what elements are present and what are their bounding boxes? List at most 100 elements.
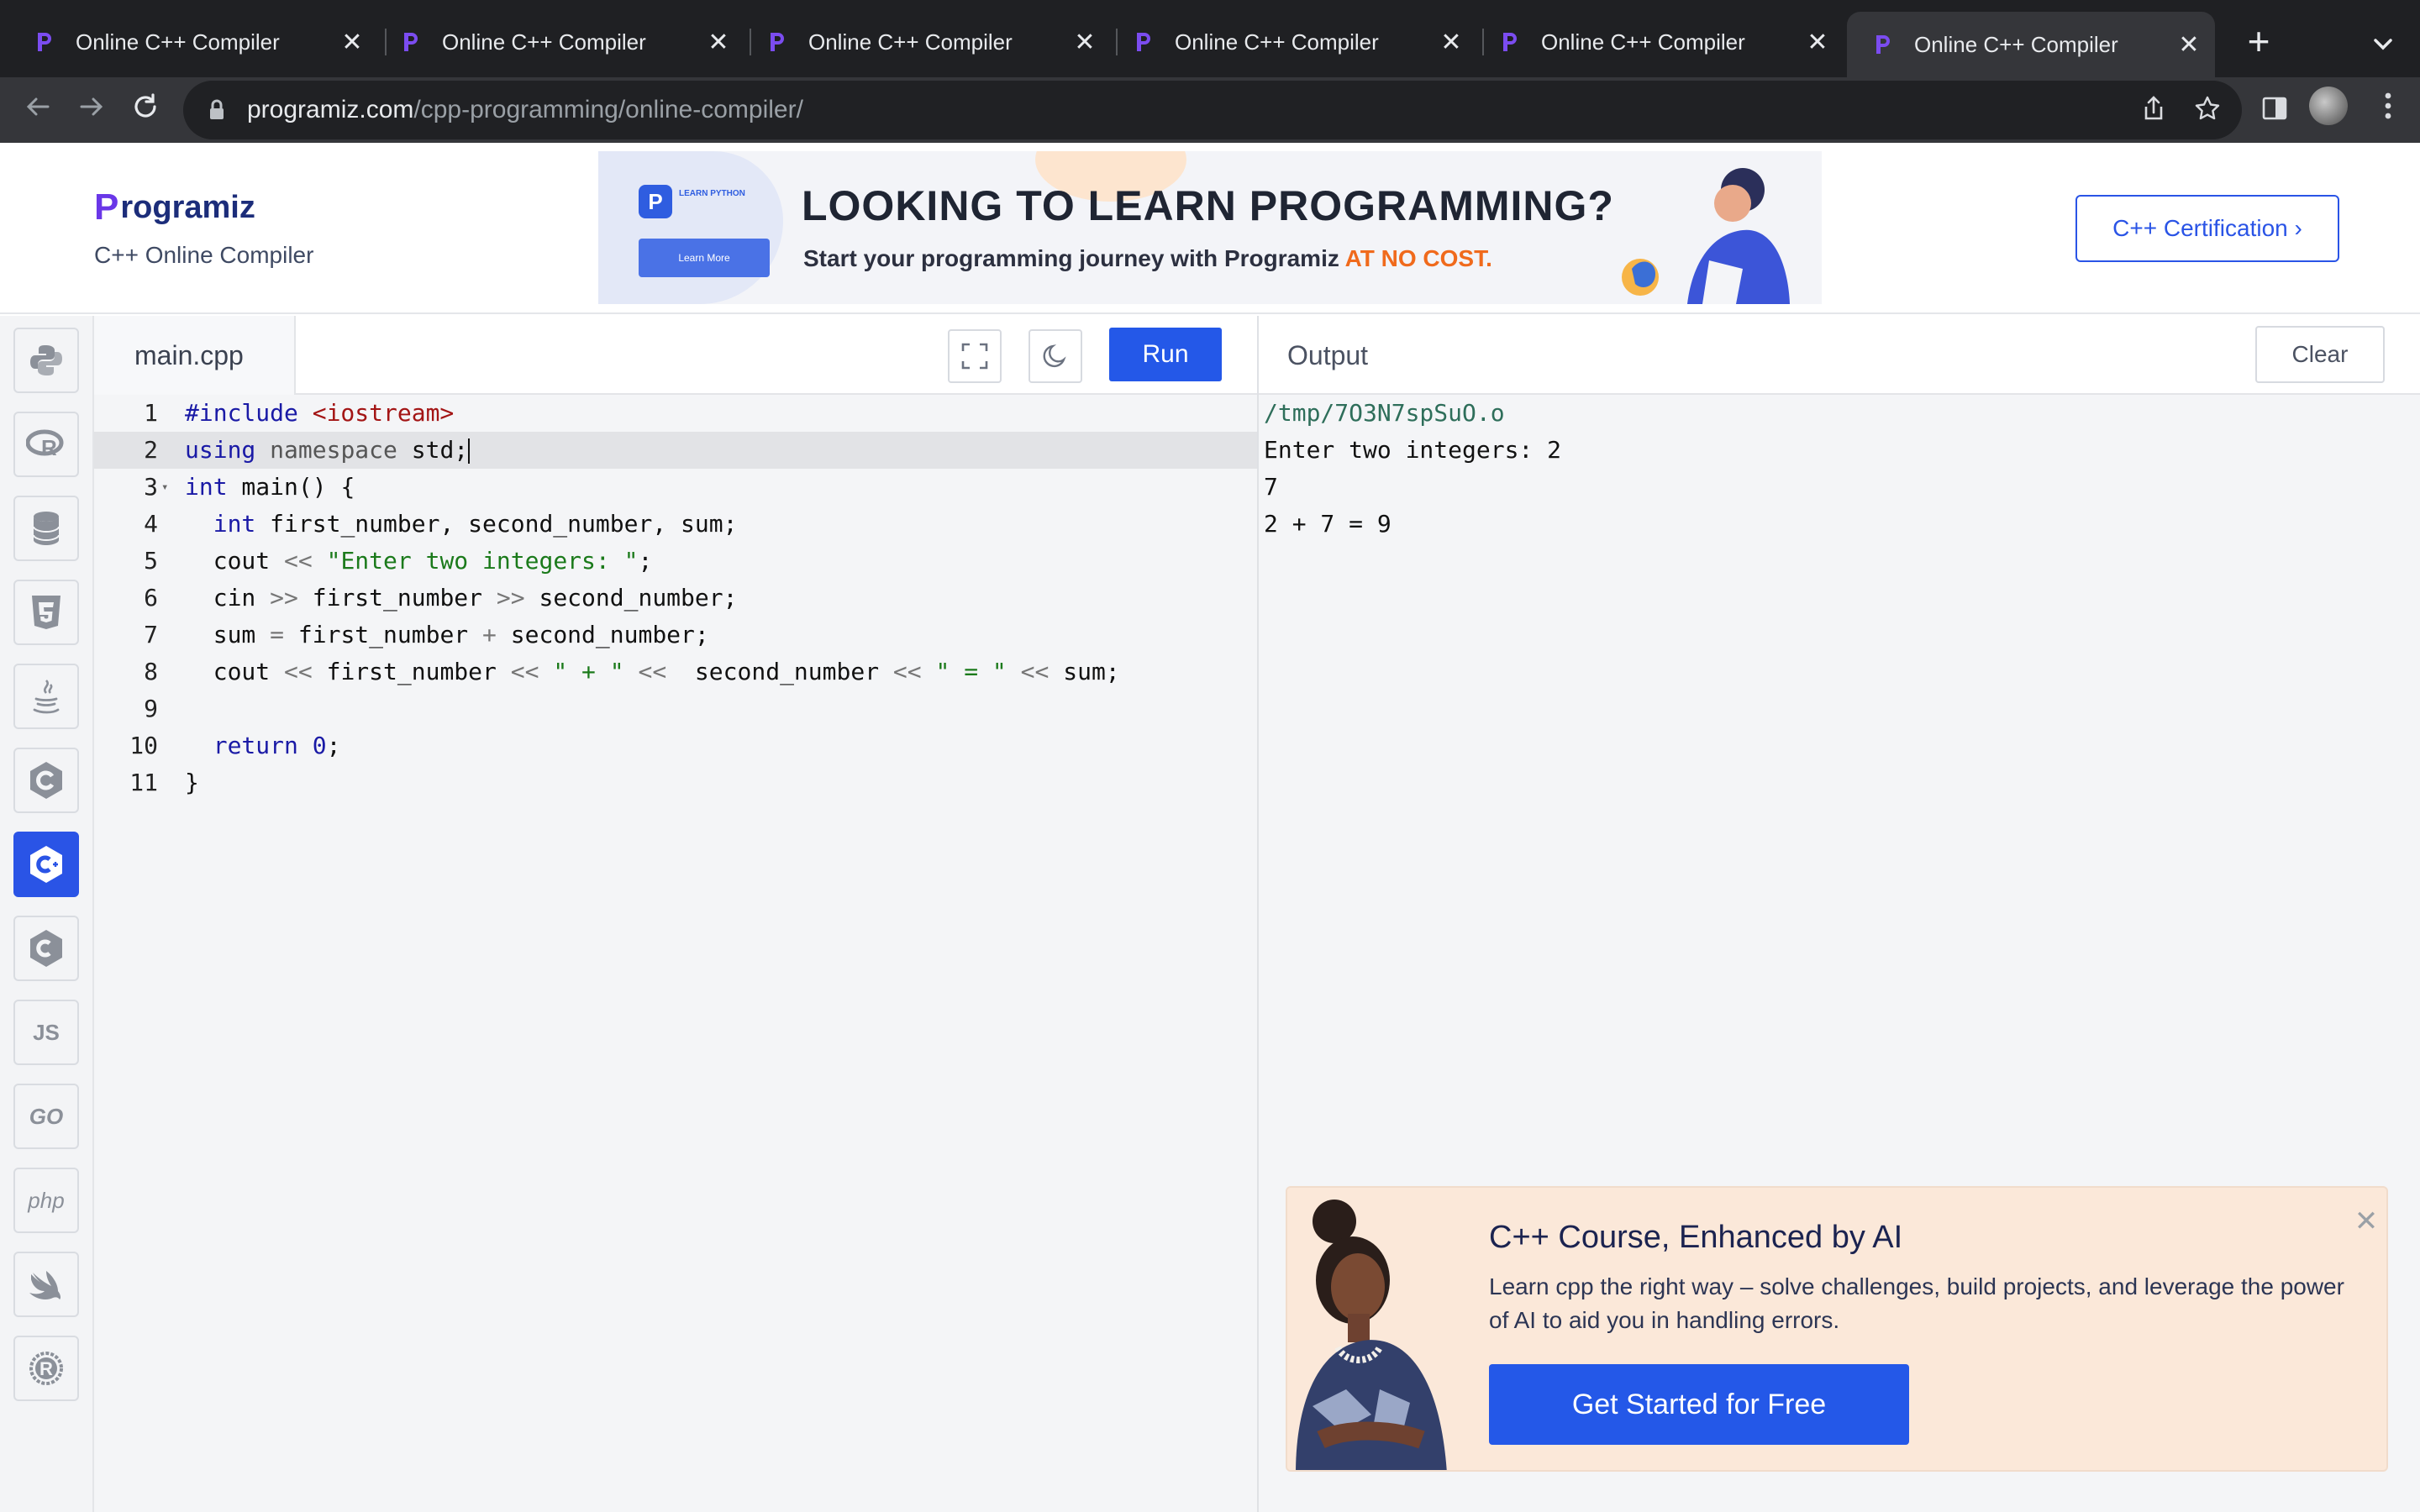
line-number: 10 xyxy=(129,732,158,759)
code-text: } xyxy=(185,769,199,796)
bookmark-star-icon[interactable] xyxy=(2183,84,2232,133)
fold-arrow-icon[interactable]: ▾ xyxy=(161,469,168,506)
certification-button[interactable]: C++ Certification › xyxy=(2075,195,2339,262)
php-icon: php xyxy=(28,1187,65,1213)
tab-close-icon[interactable]: ✕ xyxy=(704,28,733,57)
programiz-logo[interactable]: Programiz xyxy=(94,186,255,228)
code-line[interactable]: 10 return 0; xyxy=(94,727,1257,764)
line-number: 8 xyxy=(144,658,158,685)
browser-tab-active[interactable]: Online C++ Compiler ✕ xyxy=(1847,12,2215,77)
sidebar-item-c[interactable] xyxy=(13,748,79,813)
file-tab-main-cpp[interactable]: main.cpp xyxy=(94,316,296,395)
tab-title: Online C++ Compiler xyxy=(1175,29,1379,55)
code-text: int first_number, second_number, sum; xyxy=(213,510,738,538)
output-line: 2 + 7 = 9 xyxy=(1264,510,1392,538)
code-line-current[interactable]: 2 using namespace std; xyxy=(94,432,1257,469)
sidebar-item-html[interactable] xyxy=(13,580,79,645)
r-language-icon: R xyxy=(26,429,64,460)
programiz-favicon-icon xyxy=(1131,29,1156,55)
tab-title: Online C++ Compiler xyxy=(808,29,1013,55)
tab-close-icon[interactable]: ✕ xyxy=(2175,30,2203,60)
line-number: 3 xyxy=(144,473,158,501)
sidebar-item-swift[interactable] xyxy=(13,1252,79,1317)
promo-person-photo xyxy=(1287,1188,1464,1470)
address-bar[interactable]: programiz.com/cpp-programming/online-com… xyxy=(183,81,2242,139)
code-line[interactable]: 6 cin >> first_number >> second_number; xyxy=(94,580,1257,617)
line-number: 2 xyxy=(144,436,158,464)
swift-icon xyxy=(29,1271,61,1299)
code-line[interactable]: 9 xyxy=(94,690,1257,727)
code-text: cout << "Enter two integers: "; xyxy=(185,547,653,575)
svg-text:R: R xyxy=(41,435,57,460)
sidebar-item-python[interactable] xyxy=(13,328,79,393)
new-tab-button[interactable]: + xyxy=(2235,18,2282,66)
browser-tab[interactable]: Online C++ Compiler ✕ xyxy=(8,13,378,71)
reload-icon[interactable] xyxy=(121,82,170,131)
sidebar-item-rust[interactable]: R xyxy=(13,1336,79,1401)
run-button[interactable]: Run xyxy=(1109,328,1222,381)
go-icon: GO xyxy=(29,1103,64,1129)
tab-close-icon[interactable]: ✕ xyxy=(1071,28,1099,57)
sidebar-item-r[interactable]: R xyxy=(13,412,79,477)
code-text: cin >> first_number >> second_number; xyxy=(185,584,738,612)
sidebar-item-csharp[interactable] xyxy=(13,916,79,981)
programiz-favicon-icon xyxy=(1497,29,1523,55)
js-icon: JS xyxy=(33,1019,60,1045)
svg-text:R: R xyxy=(39,1358,53,1379)
code-line[interactable]: 4 int first_number, second_number, sum; xyxy=(94,506,1257,543)
tab-search-chevron-icon[interactable] xyxy=(2361,22,2405,66)
forward-arrow-icon[interactable] xyxy=(67,82,116,131)
code-line[interactable]: 7 sum = first_number + second_number; xyxy=(94,617,1257,654)
page-subtitle: C++ Online Compiler xyxy=(94,242,314,268)
line-number: 1 xyxy=(144,399,158,427)
theme-toggle-button[interactable] xyxy=(1028,329,1082,383)
sidebar-item-cpp[interactable] xyxy=(13,832,79,897)
back-arrow-icon[interactable] xyxy=(13,82,62,131)
programiz-favicon-icon xyxy=(32,29,57,55)
browser-tab[interactable]: Online C++ Compiler ✕ xyxy=(1474,13,1844,71)
output-title: Output xyxy=(1287,339,1369,370)
code-line[interactable]: 5 cout << "Enter two integers: "; xyxy=(94,543,1257,580)
browser-tab[interactable]: Online C++ Compiler ✕ xyxy=(741,13,1111,71)
banner-learn-more-button[interactable]: Learn More xyxy=(639,239,770,277)
tab-title: Online C++ Compiler xyxy=(76,29,280,55)
side-panel-icon[interactable] xyxy=(2250,84,2299,133)
code-text: sum = first_number + second_number; xyxy=(185,621,709,648)
code-line[interactable]: 11} xyxy=(94,764,1257,801)
code-text: using namespace std; xyxy=(185,436,471,464)
programiz-favicon-icon xyxy=(765,29,790,55)
sidebar-item-sql[interactable] xyxy=(13,496,79,561)
java-icon xyxy=(33,680,60,714)
sidebar-item-java[interactable] xyxy=(13,664,79,729)
banner-logo-text: LEARN PYTHON xyxy=(679,189,745,198)
share-icon[interactable] xyxy=(2129,84,2178,133)
programiz-favicon-icon xyxy=(398,29,424,55)
line-number: 4 xyxy=(144,510,158,538)
fullscreen-button[interactable] xyxy=(948,329,1002,383)
lock-icon[interactable] xyxy=(200,99,234,121)
browser-tab[interactable]: Online C++ Compiler ✕ xyxy=(1107,13,1477,71)
banner-illustration xyxy=(1622,168,1790,304)
sidebar-item-php[interactable]: php xyxy=(13,1168,79,1233)
tab-close-icon[interactable]: ✕ xyxy=(338,28,366,57)
code-text: return 0; xyxy=(213,732,341,759)
ad-banner[interactable]: P LEARN PYTHON Learn More LOOKING TO LEA… xyxy=(598,151,1822,304)
sidebar-item-javascript[interactable]: JS xyxy=(13,1000,79,1065)
code-line[interactable]: 1 #include <iostream> xyxy=(94,395,1257,432)
clear-button[interactable]: Clear xyxy=(2255,326,2385,383)
line-number: 9 xyxy=(144,695,158,722)
output-line: 7 xyxy=(1264,473,1278,501)
tab-close-icon[interactable]: ✕ xyxy=(1803,28,1832,57)
tab-close-icon[interactable]: ✕ xyxy=(1437,28,1465,57)
promo-close-icon[interactable]: ✕ xyxy=(2351,1206,2381,1236)
get-started-button[interactable]: Get Started for Free xyxy=(1489,1364,1909,1445)
csharp-language-icon xyxy=(30,930,62,967)
cpp-language-icon xyxy=(30,846,62,883)
browser-tab[interactable]: Online C++ Compiler ✕ xyxy=(375,13,744,71)
code-line[interactable]: 8 cout << first_number << " + " << secon… xyxy=(94,654,1257,690)
sidebar-item-go[interactable]: GO xyxy=(13,1084,79,1149)
browser-menu-icon[interactable] xyxy=(2371,86,2405,126)
logo-mark: P xyxy=(94,186,119,228)
code-line[interactable]: 3 ▾ int main() { xyxy=(94,469,1257,506)
profile-avatar[interactable] xyxy=(2309,87,2348,125)
